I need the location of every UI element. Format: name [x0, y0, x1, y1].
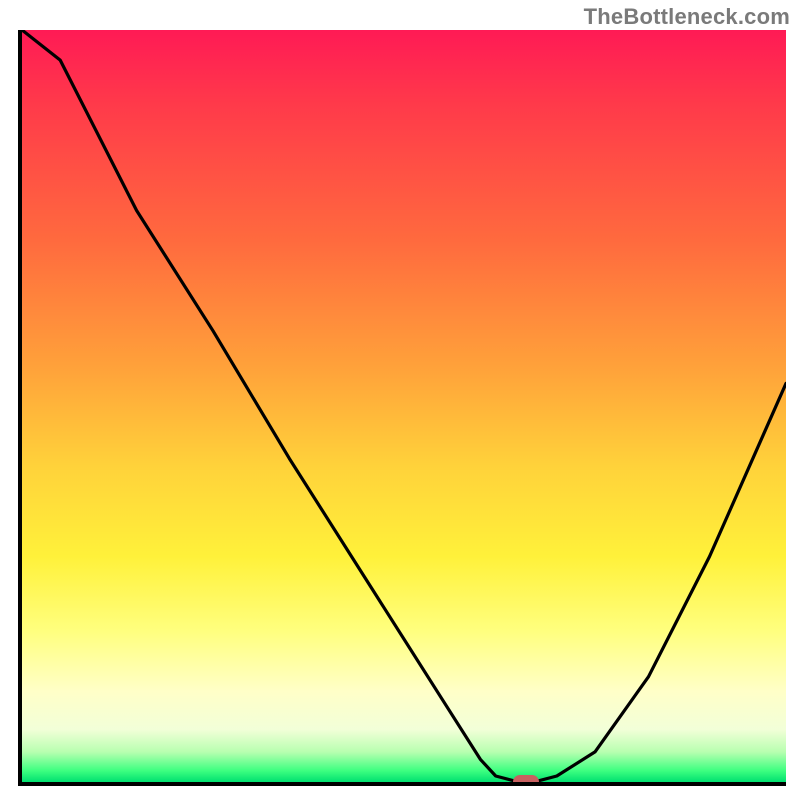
- attribution-text: TheBottleneck.com: [584, 4, 790, 30]
- optimal-marker: [513, 775, 539, 786]
- curve-svg: [22, 30, 786, 782]
- chart-container: TheBottleneck.com: [0, 0, 800, 800]
- plot-area: [18, 30, 786, 786]
- bottleneck-curve: [22, 30, 786, 782]
